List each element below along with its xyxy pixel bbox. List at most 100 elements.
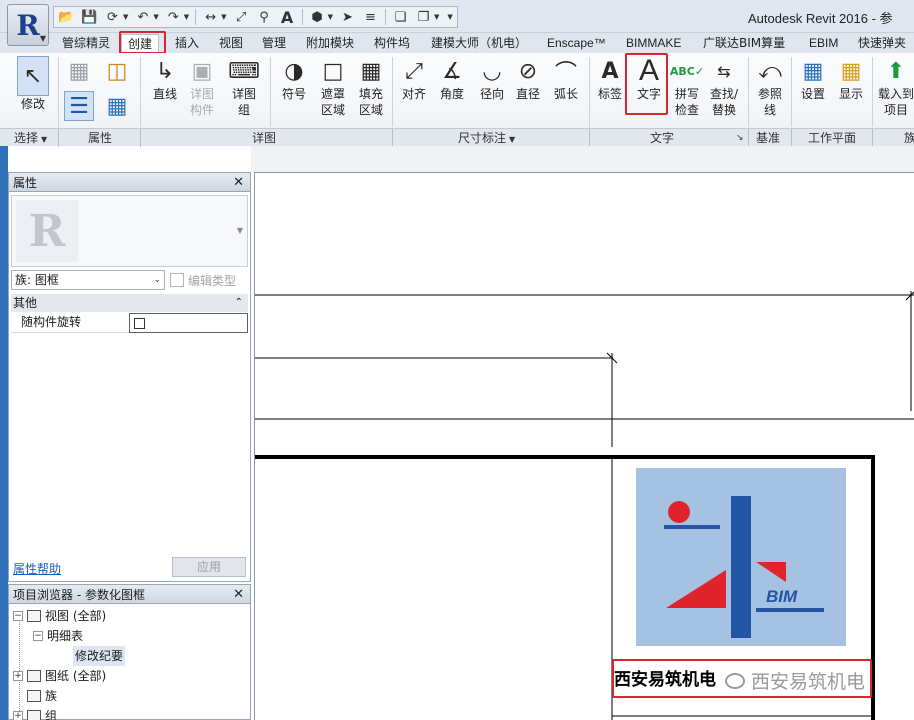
tree-item-revision-schedule[interactable]: 修改纪要 — [73, 646, 126, 666]
tree-item-views[interactable]: − 视图 (全部) — [13, 606, 106, 626]
text-button[interactable]: A 文字 — [630, 54, 668, 102]
properties-button[interactable]: ▦ — [64, 56, 94, 86]
tab-quick-clip[interactable]: 快速弹夹 — [858, 34, 906, 53]
tab-ebim[interactable]: EBIM — [809, 34, 838, 53]
sync-caret-icon[interactable]: ▼ — [123, 13, 128, 21]
tree-item-label: 组 — [45, 709, 58, 720]
line-button[interactable]: ↳ 直线 — [148, 56, 182, 102]
undo-icon[interactable]: ↶ — [134, 9, 151, 26]
expand-icon[interactable]: + — [13, 671, 23, 681]
aligned-dimension-button[interactable]: ⤢ 对齐 — [398, 56, 430, 102]
detail-group-button[interactable]: ⌨ 详图 组 — [226, 56, 262, 118]
sync-icon[interactable]: ⟳ — [104, 9, 121, 26]
type-selector[interactable]: R ▼ — [11, 195, 248, 267]
application-menu-button[interactable]: R ▼ — [7, 4, 49, 46]
tab-glodon-bim[interactable]: 广联达BIM算量 — [703, 34, 785, 53]
find-replace-button[interactable]: ⇆ 查找/ 替换 — [706, 56, 742, 118]
save-icon[interactable]: 💾 — [81, 9, 98, 26]
tab-addins[interactable]: 附加模块 — [306, 34, 354, 53]
tab-view[interactable]: 视图 — [219, 34, 243, 53]
properties-help-link[interactable]: 属性帮助 — [13, 560, 61, 577]
open-icon[interactable]: 📂 — [58, 9, 75, 26]
project-browser-title: 项目浏览器 - 参数化图框 — [13, 587, 145, 602]
redo-caret-icon[interactable]: ▼ — [184, 13, 189, 21]
tab-enscape[interactable]: Enscape™ — [547, 34, 606, 53]
load-into-project-button[interactable]: ⬆ 载入到 项目 — [876, 56, 914, 118]
views-icon — [27, 610, 41, 622]
find-replace-icon: ⇆ — [717, 61, 731, 81]
separator — [301, 9, 303, 25]
tab-component-dock[interactable]: 构件坞 — [374, 34, 410, 53]
collapse-icon[interactable]: − — [33, 631, 43, 641]
close-icon[interactable]: ✕ — [233, 175, 244, 190]
redo-icon[interactable]: ↷ — [165, 9, 182, 26]
groups-icon — [27, 710, 41, 720]
tree-item-schedules[interactable]: − 明细表 — [33, 626, 83, 646]
set-work-plane-button[interactable]: ▦ 设置 — [798, 56, 828, 102]
tab-modeling-master[interactable]: 建模大师（机电） — [431, 34, 527, 53]
switch-caret-icon[interactable]: ▼ — [434, 13, 439, 21]
type-properties-button[interactable]: ◫ — [102, 56, 132, 86]
filled-region-button[interactable]: ▦ 填充 区域 — [354, 56, 388, 118]
3d-caret-icon[interactable]: ▼ — [328, 13, 333, 21]
dimension-icon[interactable]: ⤢ — [233, 9, 250, 26]
dialog-launcher-icon[interactable]: ↘ — [736, 130, 744, 146]
label-button[interactable]: A 标签 — [594, 56, 626, 102]
expand-icon[interactable]: + — [13, 711, 23, 720]
show-work-plane-button[interactable]: ▦ 显示 — [836, 56, 866, 102]
spelling-label: 拼写 — [674, 87, 699, 101]
close-windows-icon[interactable]: ❏ — [392, 9, 409, 26]
family-category-button[interactable]: ☰ — [64, 91, 94, 121]
measure-icon[interactable]: ↔ — [202, 9, 219, 26]
text-icon[interactable]: A — [279, 8, 296, 27]
measure-caret-icon[interactable]: ▼ — [221, 13, 226, 21]
tree-item-sheets[interactable]: + 图纸 (全部) — [13, 666, 106, 686]
tab-manage[interactable]: 管理 — [262, 34, 286, 53]
edit-type-label: 编辑类型 — [188, 273, 237, 288]
spelling-check-button[interactable]: ABC✓ 拼写 检查 — [670, 56, 704, 118]
filled-label-2: 区域 — [358, 103, 383, 117]
panel-select[interactable]: 选择 ▼ — [14, 130, 47, 148]
tree-item-label: 视图 (全部) — [45, 609, 107, 623]
modify-button[interactable]: ↖ 修改 — [10, 56, 56, 112]
arc-length-dimension-button[interactable]: ⌒ 弧长 — [550, 56, 582, 102]
tree-item-groups[interactable]: + 组 — [13, 706, 57, 720]
close-icon[interactable]: ✕ — [233, 587, 244, 602]
radial-dimension-button[interactable]: ◡ 径向 — [476, 56, 508, 102]
angular-dimension-button[interactable]: ∡ 角度 — [436, 56, 468, 102]
3d-view-icon[interactable]: ⬢ — [309, 9, 326, 26]
tab-create[interactable]: 创建 — [121, 34, 160, 53]
tab-pipe-genius[interactable]: 管综精灵 — [62, 34, 110, 53]
symbol-button[interactable]: ◑ 符号 — [278, 56, 310, 102]
property-value-cell[interactable] — [129, 313, 248, 333]
tag-icon[interactable]: ⚲ — [256, 9, 273, 26]
grid-plane-icon: ▦ — [802, 58, 824, 84]
drawing-canvas[interactable]: BIM 西安易筑机电 西安易筑机电 — [254, 172, 914, 720]
reference-line-button[interactable]: ⤺ 参照 线 — [754, 56, 786, 118]
collapse-icon[interactable]: − — [13, 611, 23, 621]
detail-component-button[interactable]: ▣ 详图 构件 — [184, 56, 220, 118]
detail-component-label-2: 构件 — [189, 103, 214, 117]
switch-windows-icon[interactable]: ❐ — [415, 9, 432, 26]
rotate-with-component-checkbox[interactable] — [134, 318, 145, 329]
logo-pillar — [731, 496, 751, 638]
tab-insert[interactable]: 插入 — [175, 34, 199, 53]
tree-item-label: 明细表 — [47, 629, 84, 643]
tree-guide — [19, 615, 20, 715]
customize-qat-icon[interactable]: ▼ — [447, 13, 452, 21]
wechat-icon — [725, 672, 745, 689]
thin-lines-icon[interactable]: ≡ — [362, 9, 379, 26]
detail-component-label: 详图 — [189, 87, 214, 101]
tab-bimmake[interactable]: BIMMAKE — [626, 34, 681, 53]
family-types-button[interactable]: ▦ — [102, 91, 132, 121]
diameter-dimension-button[interactable]: ⊘ 直径 — [512, 56, 544, 102]
masking-region-button[interactable]: □ 遮罩 区域 — [316, 56, 350, 118]
apply-button[interactable]: 应用 — [172, 557, 246, 577]
tree-item-families[interactable]: 族 — [27, 686, 57, 706]
property-group-header[interactable]: 其他 ⌃ — [11, 294, 248, 312]
family-dropdown[interactable]: 族: 图框 ⌄ — [11, 270, 165, 290]
section-icon[interactable]: ➤ — [339, 9, 356, 26]
undo-caret-icon[interactable]: ▼ — [153, 13, 158, 21]
edit-type-button[interactable]: 编辑类型 — [170, 270, 236, 290]
properties-icon: ▦ — [68, 58, 90, 84]
